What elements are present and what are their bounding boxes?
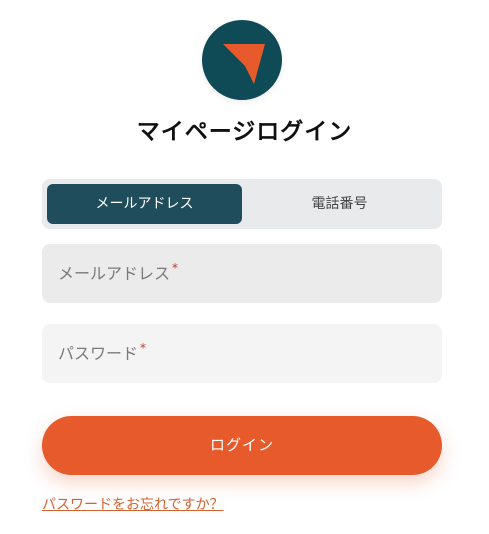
required-mark: * [140, 341, 147, 355]
arrow-cursor-icon [223, 44, 265, 84]
required-mark: * [172, 261, 179, 275]
password-field-label: パスワード * [58, 324, 146, 385]
forgot-password-link[interactable]: パスワードをお忘れですか？ [42, 494, 224, 514]
login-method-tabs: メールアドレス 電話番号 [42, 179, 442, 229]
tab-email[interactable]: メールアドレス [47, 184, 242, 224]
page-title: マイページログイン [136, 119, 353, 145]
password-field[interactable]: パスワード * [42, 324, 442, 383]
email-field-label: メールアドレス * [58, 244, 178, 305]
email-field[interactable]: メールアドレス * [42, 244, 442, 303]
login-button[interactable]: ログイン [42, 416, 442, 475]
logo [202, 20, 282, 100]
email-label-text: メールアドレス [58, 264, 171, 283]
password-label-text: パスワード [58, 344, 139, 363]
tab-phone[interactable]: 電話番号 [242, 184, 437, 224]
